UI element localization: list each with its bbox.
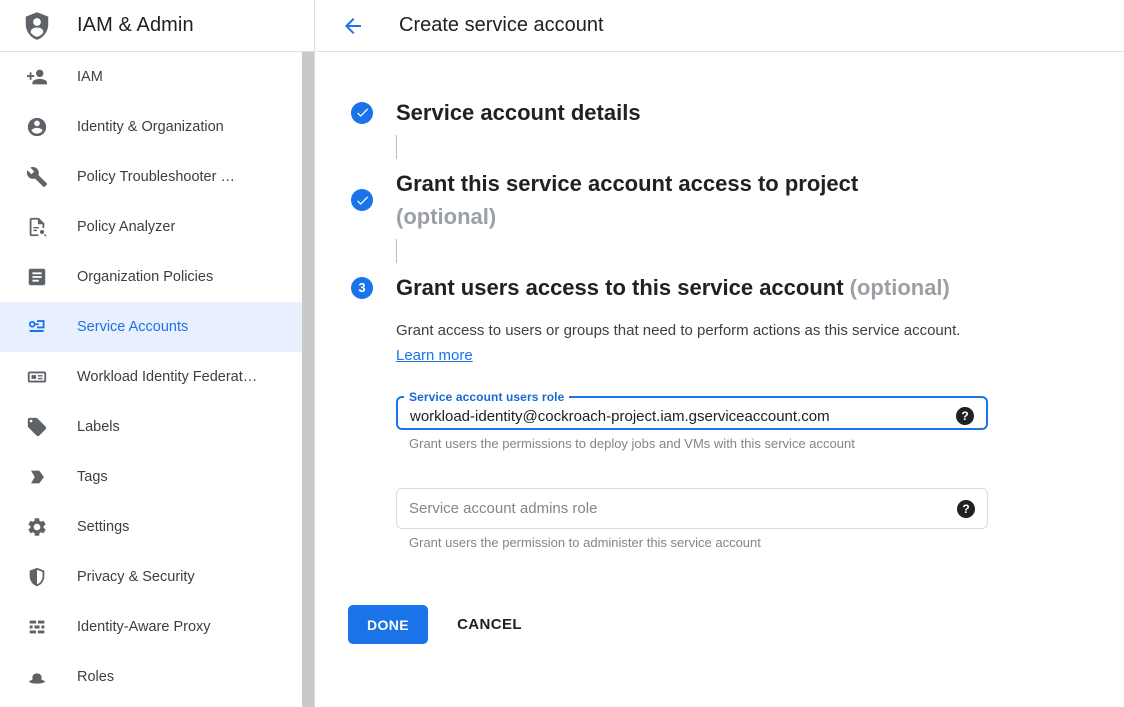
step-3-number: 3 xyxy=(358,280,365,295)
sidebar-item-policy-troubleshooter[interactable]: Policy Troubleshooter … xyxy=(0,152,302,202)
sidebar-item-label: Organization Policies xyxy=(77,269,213,285)
sidebar-item-label: Settings xyxy=(77,519,129,535)
sidebar-nav: IAM Identity & Organization Policy Trouble… xyxy=(0,52,302,702)
step-2-row[interactable]: Grant this service account access to pro… xyxy=(351,167,1124,233)
label-icon xyxy=(26,416,48,438)
step-3-body: Grant access to users or groups that nee… xyxy=(396,318,1124,551)
sidebar: IAM & Admin IAM Identity & Organization Po… xyxy=(0,0,315,707)
admins-role-help-icon[interactable]: ? xyxy=(957,500,975,518)
step-2-title-text: Grant this service account access to pro… xyxy=(396,171,858,196)
sidebar-item-label: Labels xyxy=(77,419,120,435)
shield-icon xyxy=(26,566,48,588)
tag-icon xyxy=(26,466,48,488)
org-policies-icon xyxy=(26,266,48,288)
back-arrow-icon[interactable] xyxy=(341,14,365,38)
sidebar-item-label: Identity-Aware Proxy xyxy=(77,619,211,635)
person-add-icon xyxy=(26,66,48,88)
page-header: Create service account xyxy=(316,0,1124,52)
main-panel: Create service account Service account d… xyxy=(316,0,1124,707)
sidebar-item-tags[interactable]: Tags xyxy=(0,452,302,502)
step-1-title: Service account details xyxy=(396,96,641,129)
sidebar-item-privacy-security[interactable]: Privacy & Security xyxy=(0,552,302,602)
sidebar-item-labels[interactable]: Labels xyxy=(0,402,302,452)
step-3-optional-label: (optional) xyxy=(850,275,950,300)
users-role-help-icon[interactable]: ? xyxy=(956,407,974,425)
sidebar-item-label: Policy Troubleshooter … xyxy=(77,169,235,185)
step-2-title: Grant this service account access to pro… xyxy=(396,167,858,233)
sidebar-item-label: IAM xyxy=(77,69,103,85)
admins-role-helper-text: Grant users the permission to administer… xyxy=(409,535,1124,551)
sidebar-item-identity-aware-proxy[interactable]: Identity-Aware Proxy xyxy=(0,602,302,652)
step-2-optional-label: (optional) xyxy=(396,200,858,233)
roles-icon xyxy=(26,666,48,688)
users-role-field-value[interactable]: workload-identity@cockroach-project.iam.… xyxy=(410,408,956,425)
step-connector xyxy=(396,135,397,159)
sidebar-item-label: Roles xyxy=(77,669,114,685)
service-accounts-icon xyxy=(26,316,48,338)
users-role-field-label: Service account users role xyxy=(404,390,569,404)
step-2-check-icon xyxy=(351,189,373,211)
page-title: Create service account xyxy=(399,14,604,37)
sidebar-item-label: Workload Identity Federat… xyxy=(77,369,257,385)
admins-role-field-placeholder[interactable]: Service account admins role xyxy=(409,500,957,517)
sidebar-item-roles[interactable]: Roles xyxy=(0,652,302,702)
step-1-check-icon xyxy=(351,102,373,124)
step-3-number-badge: 3 xyxy=(351,277,373,299)
done-button[interactable]: DONE xyxy=(348,605,428,644)
step-3-row: 3 Grant users access to this service acc… xyxy=(351,271,1124,304)
step-connector xyxy=(396,239,397,263)
sidebar-item-settings[interactable]: Settings xyxy=(0,502,302,552)
sidebar-item-label: Privacy & Security xyxy=(77,569,195,585)
sidebar-item-iam[interactable]: IAM xyxy=(0,52,302,102)
sidebar-item-label: Policy Analyzer xyxy=(77,219,175,235)
wrench-icon xyxy=(26,166,48,188)
step-3-description: Grant access to users or groups that nee… xyxy=(396,318,961,368)
policy-analyzer-icon xyxy=(26,216,48,238)
service-account-users-role-field[interactable]: Service account users role workload-iden… xyxy=(396,390,988,430)
sidebar-item-policy-analyzer[interactable]: Policy Analyzer xyxy=(0,202,302,252)
step-1-row[interactable]: Service account details xyxy=(351,96,1124,129)
sidebar-item-workload-identity-federat[interactable]: Workload Identity Federat… xyxy=(0,352,302,402)
users-role-helper-text: Grant users the permissions to deploy jo… xyxy=(409,436,1124,452)
sidebar-product-title: IAM & Admin xyxy=(77,14,194,37)
step-3-title-text: Grant users access to this service accou… xyxy=(396,275,844,300)
iam-shield-icon xyxy=(22,11,52,41)
sidebar-item-label: Tags xyxy=(77,469,108,485)
learn-more-link[interactable]: Learn more xyxy=(396,347,473,364)
wizard-actions: DONE CANCEL xyxy=(348,605,1124,644)
cancel-button[interactable]: CANCEL xyxy=(457,616,522,633)
sidebar-item-label: Identity & Organization xyxy=(77,119,224,135)
step-3-title: Grant users access to this service accou… xyxy=(396,271,950,304)
sidebar-header: IAM & Admin xyxy=(0,0,314,52)
proxy-icon xyxy=(26,616,48,638)
sidebar-item-organization-policies[interactable]: Organization Policies xyxy=(0,252,302,302)
sidebar-item-identity-organization[interactable]: Identity & Organization xyxy=(0,102,302,152)
wizard-content: Service account details Grant this servi… xyxy=(316,52,1124,644)
workload-identity-icon xyxy=(26,366,48,388)
sidebar-scrollbar[interactable] xyxy=(302,52,314,707)
gear-icon xyxy=(26,516,48,538)
service-account-admins-role-field[interactable]: Service account admins role ? xyxy=(396,488,988,529)
identity-icon xyxy=(26,116,48,138)
sidebar-item-label: Service Accounts xyxy=(77,319,188,335)
sidebar-item-service-accounts[interactable]: Service Accounts xyxy=(0,302,302,352)
